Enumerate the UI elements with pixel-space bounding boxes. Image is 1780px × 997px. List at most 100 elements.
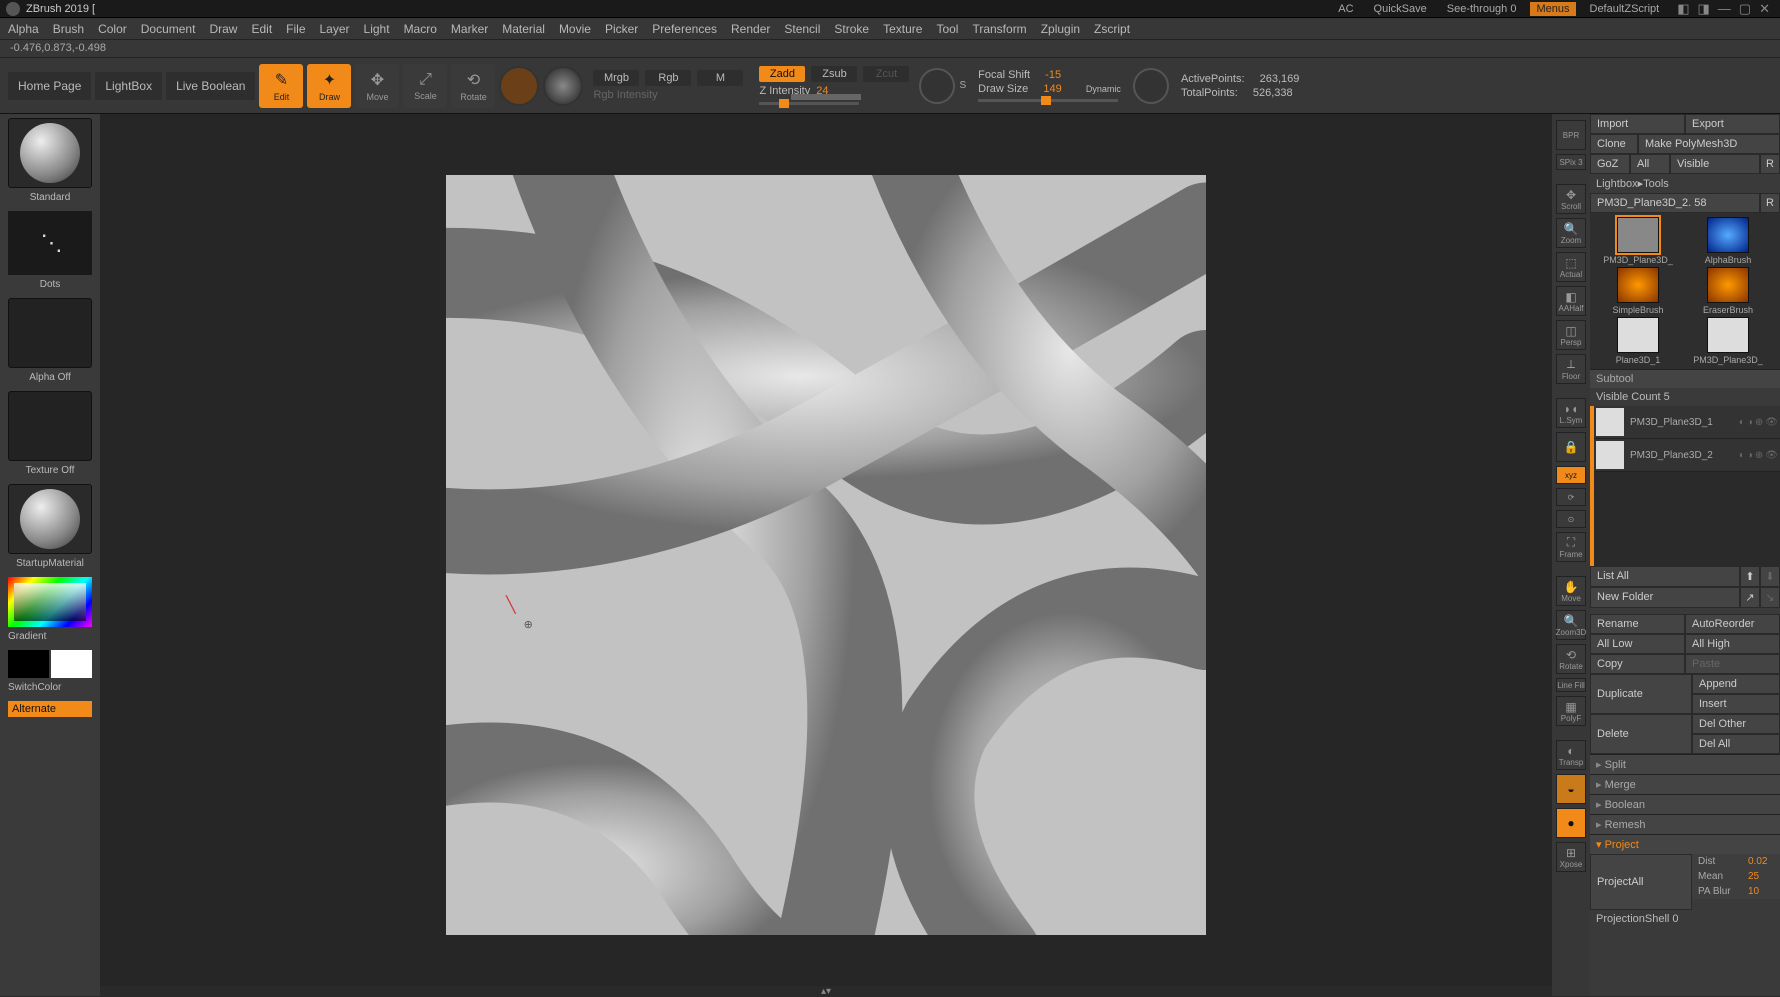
clone-button[interactable]: Clone <box>1590 134 1638 154</box>
duplicate-button[interactable]: Duplicate <box>1590 674 1692 714</box>
frame-button[interactable]: ⛶Frame <box>1556 532 1586 562</box>
canvas-area[interactable]: ╲⊕ ▴▾ <box>100 114 1552 996</box>
menu-render[interactable]: Render <box>731 22 770 36</box>
xyz-rot-icon[interactable]: ⟳ <box>1556 488 1586 506</box>
mrgb-button[interactable]: Mrgb <box>593 70 639 86</box>
project-section[interactable]: ▾ Project <box>1590 834 1780 854</box>
scroll-button[interactable]: ✥Scroll <box>1556 184 1586 214</box>
menu-alpha[interactable]: Alpha <box>8 22 39 36</box>
insert-button[interactable]: Insert <box>1692 694 1780 714</box>
menu-zscript[interactable]: Zscript <box>1094 22 1130 36</box>
points-dial[interactable] <box>1133 68 1169 104</box>
drawsize-slider[interactable] <box>978 99 1118 102</box>
alternate-button[interactable]: Alternate <box>8 701 92 717</box>
boolean-section[interactable]: Boolean <box>1590 794 1780 814</box>
export-button[interactable]: Export <box>1685 114 1780 134</box>
tool-r-button[interactable]: R <box>1760 193 1780 213</box>
move-mode-button[interactable]: ✥Move <box>355 64 399 108</box>
tool-thumb[interactable]: SimpleBrush <box>1594 267 1682 315</box>
down-button[interactable]: ⬇ <box>1760 566 1780 587</box>
makepolymesh-button[interactable]: Make PolyMesh3D <box>1638 134 1780 154</box>
menu-tool[interactable]: Tool <box>936 22 958 36</box>
menu-light[interactable]: Light <box>364 22 390 36</box>
menu-texture[interactable]: Texture <box>883 22 922 36</box>
rotate-mode-button[interactable]: ⟲Rotate <box>451 64 495 108</box>
canvas-bottom-scrub[interactable]: ▴▾ <box>100 986 1552 996</box>
sculptris-button[interactable] <box>543 66 583 106</box>
s-dial[interactable] <box>919 68 955 104</box>
defaultzscript-button[interactable]: DefaultZScript <box>1584 2 1666 16</box>
transp-button[interactable]: ◐Transp <box>1556 740 1586 770</box>
move-up-button[interactable]: ↗ <box>1740 587 1760 608</box>
tool-thumb[interactable]: PM3D_Plane3D_ <box>1684 317 1772 365</box>
tool-thumb[interactable]: PM3D_Plane3D_ <box>1594 217 1682 265</box>
zcut-button[interactable]: Zcut <box>863 66 909 82</box>
m-button[interactable]: M <box>697 70 743 86</box>
menu-transform[interactable]: Transform <box>972 22 1026 36</box>
homepage-button[interactable]: Home Page <box>8 72 91 100</box>
pablur-slider[interactable]: PA Blur10 <box>1692 884 1780 899</box>
menu-zplugin[interactable]: Zplugin <box>1041 22 1080 36</box>
persp-button[interactable]: ◫Persp <box>1556 320 1586 350</box>
tool-thumb[interactable]: EraserBrush <box>1684 267 1772 315</box>
switchcolor-button[interactable]: SwitchColor <box>8 680 92 699</box>
split-section[interactable]: Split <box>1590 754 1780 774</box>
move-down-button[interactable]: ↘ <box>1760 587 1780 608</box>
delall-button[interactable]: Del All <box>1692 734 1780 754</box>
goz-all-button[interactable]: All <box>1630 154 1670 174</box>
color-picker[interactable] <box>8 577 92 627</box>
alpha-thumb[interactable] <box>8 298 92 368</box>
import-button[interactable]: Import <box>1590 114 1685 134</box>
gizmo-button[interactable] <box>499 66 539 106</box>
menu-movie[interactable]: Movie <box>559 22 591 36</box>
goz-r-button[interactable]: R <box>1760 154 1780 174</box>
menu-preferences[interactable]: Preferences <box>652 22 717 36</box>
rgb-button[interactable]: Rgb <box>645 70 691 86</box>
rotate-button[interactable]: ⟲Rotate <box>1556 644 1586 674</box>
dynamic-button[interactable]: Dynamic <box>1086 84 1121 94</box>
draw-mode-button[interactable]: ✦Draw <box>307 64 351 108</box>
lightbox-tools-link[interactable]: Lightbox▸Tools <box>1590 174 1780 193</box>
delete-button[interactable]: Delete <box>1590 714 1692 754</box>
menu-document[interactable]: Document <box>141 22 196 36</box>
zoom3d-button[interactable]: 🔍Zoom3D <box>1556 610 1586 640</box>
menu-picker[interactable]: Picker <box>605 22 638 36</box>
paste-button[interactable]: Paste <box>1685 654 1780 674</box>
subtool-section[interactable]: Subtool <box>1590 369 1780 388</box>
menu-edit[interactable]: Edit <box>251 22 272 36</box>
canvas[interactable]: ╲⊕ <box>446 175 1206 935</box>
floor-button[interactable]: ⟂Floor <box>1556 354 1586 384</box>
xyz-button[interactable]: xyz <box>1556 466 1586 484</box>
material-thumb[interactable] <box>8 484 92 554</box>
remesh-section[interactable]: Remesh <box>1590 814 1780 834</box>
autoreorder-button[interactable]: AutoReorder <box>1685 614 1780 634</box>
polyf-button[interactable]: ▦PolyF <box>1556 696 1586 726</box>
quicksave-button[interactable]: QuickSave <box>1368 2 1433 16</box>
subtool-item[interactable]: PM3D_Plane3D_1◐◑⊕👁 <box>1594 406 1780 439</box>
projectall-button[interactable]: ProjectAll <box>1590 854 1692 910</box>
visible-count[interactable]: Visible Count 5 <box>1590 388 1780 406</box>
solo-button[interactable]: ● <box>1556 808 1586 838</box>
listall-button[interactable]: List All <box>1590 566 1740 587</box>
canvas-top-scrub[interactable] <box>791 94 861 100</box>
gradient-label[interactable]: Gradient <box>8 629 92 648</box>
tool-thumb[interactable]: AlphaBrush <box>1684 217 1772 265</box>
zoom-button[interactable]: 🔍Zoom <box>1556 218 1586 248</box>
dist-slider[interactable]: Dist0.02 <box>1692 854 1780 869</box>
xyz-dot-icon[interactable]: ⊙ <box>1556 510 1586 528</box>
goz-visible-button[interactable]: Visible <box>1670 154 1760 174</box>
edit-mode-button[interactable]: ✎Edit <box>259 64 303 108</box>
linefill-button[interactable]: Line Fill <box>1556 678 1586 692</box>
stroke-thumb[interactable]: ⋱ <box>8 211 92 275</box>
actual-button[interactable]: ⬚Actual <box>1556 252 1586 282</box>
scale-mode-button[interactable]: ⤢Scale <box>403 64 447 108</box>
menu-layer[interactable]: Layer <box>320 22 350 36</box>
lightbox-button[interactable]: LightBox <box>95 72 162 100</box>
zadd-button[interactable]: Zadd <box>759 66 805 82</box>
menu-marker[interactable]: Marker <box>451 22 488 36</box>
tool-thumb[interactable]: Plane3D_1 <box>1594 317 1682 365</box>
tool-name[interactable]: PM3D_Plane3D_2. 58 <box>1590 193 1760 213</box>
zintensity-slider[interactable] <box>759 102 859 105</box>
ghost-button[interactable]: ◒ <box>1556 774 1586 804</box>
menu-material[interactable]: Material <box>502 22 545 36</box>
